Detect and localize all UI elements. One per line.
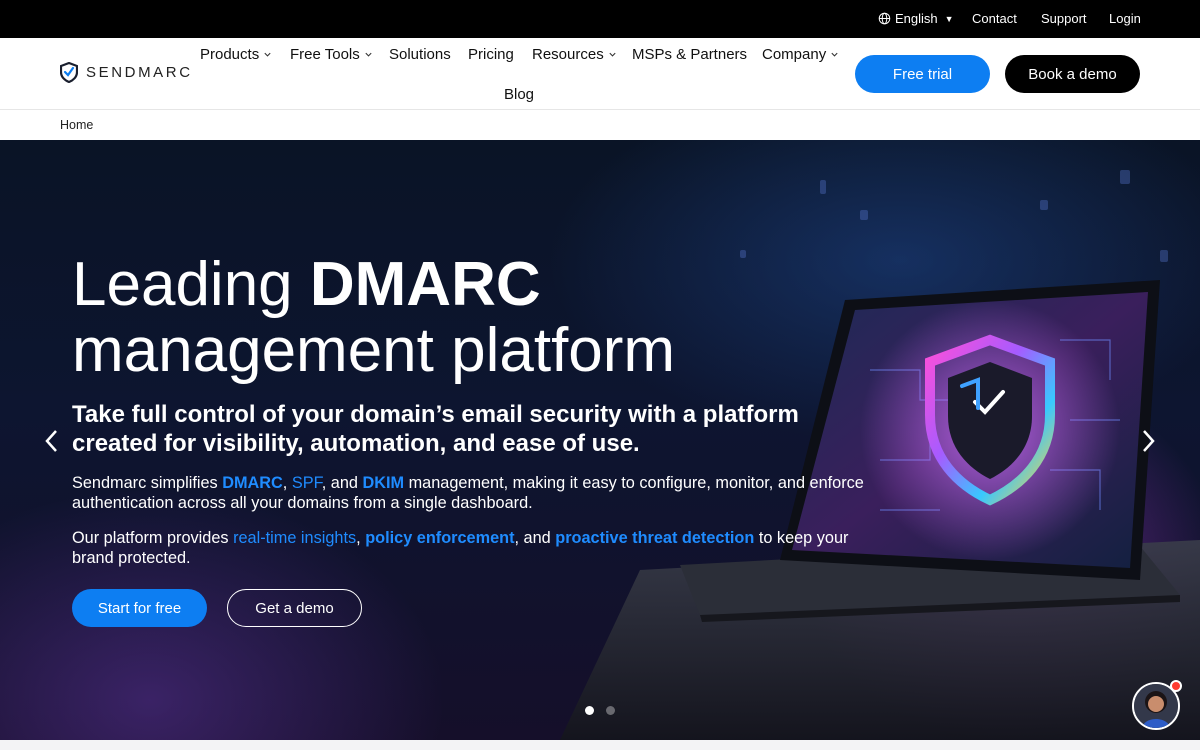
hero-title-line2: management platform <box>72 316 676 385</box>
p1-sep: , and <box>321 474 363 492</box>
nav-resources[interactable]: Resources <box>532 46 617 63</box>
nav-company[interactable]: Company <box>762 46 839 63</box>
hero-subtitle: Take full control of your domain’s email… <box>72 401 799 457</box>
slide-dot-1[interactable] <box>585 706 594 715</box>
real-time-insights-link[interactable]: real-time insights <box>233 529 356 547</box>
chevron-left-icon[interactable] <box>42 428 62 454</box>
nav-resources-label: Resources <box>532 46 604 63</box>
spf-link[interactable]: SPF <box>292 474 322 492</box>
caret-down-icon: ▼ <box>944 13 954 24</box>
nav-msps-partners[interactable]: MSPs & Partners <box>632 46 747 63</box>
nav-blog-label: Blog <box>504 86 535 103</box>
dkim-link[interactable]: DKIM <box>362 474 404 492</box>
proactive-threat-detection-link[interactable]: proactive threat detection <box>555 529 754 547</box>
p2-sep: , and <box>514 529 556 547</box>
brand-name: SENDMARC <box>86 64 193 81</box>
login-link[interactable]: Login <box>1109 11 1141 26</box>
breadcrumb-home[interactable]: Home <box>60 118 93 132</box>
hero-title-bold: DMARC <box>309 250 541 319</box>
chevron-down-icon <box>264 52 271 57</box>
language-selector[interactable]: English ▼ <box>878 11 954 26</box>
nav-solutions-label: Solutions <box>389 46 451 63</box>
p1-sep: , <box>282 474 292 492</box>
contact-link[interactable]: Contact <box>972 11 1017 26</box>
main-header: SENDMARC Products Free Tools Solutions P… <box>0 38 1200 110</box>
nav-company-label: Company <box>762 46 827 63</box>
page-bottom-strip <box>0 740 1200 750</box>
slide-dot-2[interactable] <box>606 706 615 715</box>
free-trial-button[interactable]: Free trial <box>855 55 990 93</box>
p2-text: Our platform provides <box>72 529 234 547</box>
policy-enforcement-link[interactable]: policy enforcement <box>365 529 514 547</box>
shield-logo-icon <box>60 62 78 83</box>
hero-paragraph-2: Our platform provides real-time insights… <box>72 529 862 568</box>
hero-title-light: Leading <box>72 250 310 319</box>
language-label: English <box>895 11 938 26</box>
hero-title: Leading DMARC management platform <box>72 252 675 384</box>
breadcrumb: Home <box>0 110 1200 140</box>
top-utility-bar: English ▼ Contact Support Login <box>0 0 1200 38</box>
book-demo-button[interactable]: Book a demo <box>1005 55 1140 93</box>
p2-sep: , <box>356 529 366 547</box>
chevron-down-icon <box>609 52 616 57</box>
nav-msps-partners-label: MSPs & Partners <box>632 46 748 63</box>
chevron-down-icon <box>831 52 838 57</box>
nav-products-label: Products <box>200 46 260 63</box>
nav-free-tools-label: Free Tools <box>290 46 360 63</box>
dmarc-link[interactable]: DMARC <box>222 474 283 492</box>
chevron-down-icon <box>365 52 372 57</box>
globe-icon <box>878 12 891 25</box>
nav-free-tools[interactable]: Free Tools <box>290 46 373 63</box>
nav-pricing[interactable]: Pricing <box>468 46 514 63</box>
p1-text: Sendmarc simplifies <box>72 474 223 492</box>
hero-banner: Leading DMARC management platform Take f… <box>0 140 1200 740</box>
hero-paragraph-1: Sendmarc simplifies DMARC, SPF, and DKIM… <box>72 474 872 513</box>
nav-products[interactable]: Products <box>200 46 272 63</box>
support-link[interactable]: Support <box>1041 11 1087 26</box>
get-a-demo-button[interactable]: Get a demo <box>227 589 362 627</box>
nav-solutions[interactable]: Solutions <box>389 46 451 63</box>
chevron-right-icon[interactable] <box>1138 428 1158 454</box>
sendmarc-logo[interactable]: SENDMARC <box>60 62 193 83</box>
chat-notification-badge <box>1170 680 1182 692</box>
start-for-free-button[interactable]: Start for free <box>72 589 207 627</box>
nav-pricing-label: Pricing <box>468 46 514 63</box>
nav-blog[interactable]: Blog <box>504 86 534 103</box>
